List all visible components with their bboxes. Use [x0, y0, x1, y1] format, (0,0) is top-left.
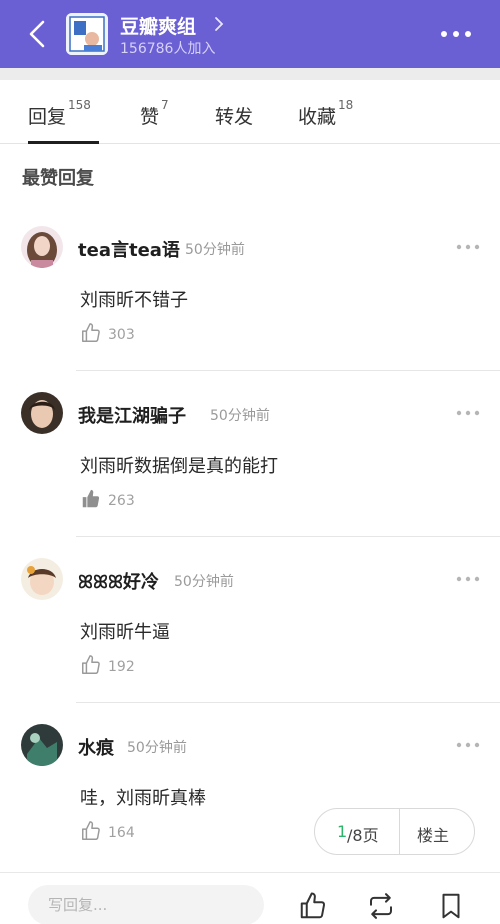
like-count: 164	[108, 825, 135, 841]
reply-input[interactable]	[28, 885, 264, 924]
thumbs-up-filled-icon[interactable]	[80, 488, 102, 510]
like-count: 303	[108, 327, 135, 343]
top-bar: 豆瓣爽组 156786人加入	[0, 0, 500, 68]
divider	[76, 536, 500, 537]
username[interactable]: 水痕	[78, 734, 114, 760]
active-tab-indicator	[28, 141, 99, 144]
tab-favorites[interactable]: 收藏18	[298, 98, 353, 129]
bottom-bar	[0, 872, 500, 924]
timestamp: 50分钟前	[210, 408, 270, 424]
avatar[interactable]	[21, 558, 63, 600]
page-switcher: 1 /8页 楼主	[314, 808, 475, 855]
reply-item: ꕤꕤꕤ好冷 50分钟前 刘雨昕牛逼 192	[0, 558, 500, 724]
more-icon[interactable]	[456, 575, 480, 583]
more-icon[interactable]	[456, 409, 480, 417]
tab-replies[interactable]: 回复158	[28, 98, 91, 129]
timestamp: 50分钟前	[174, 574, 234, 590]
avatar[interactable]	[21, 724, 63, 766]
reply-content: 刘雨昕数据倒是真的能打	[80, 456, 278, 477]
current-page[interactable]: 1	[337, 822, 347, 841]
reply-content: 刘雨昕不错子	[80, 290, 188, 311]
more-icon[interactable]	[440, 29, 472, 39]
bookmark-icon[interactable]	[436, 891, 466, 921]
like-count: 192	[108, 659, 135, 675]
tab-likes[interactable]: 赞7	[140, 98, 169, 129]
back-arrow-icon[interactable]	[24, 19, 54, 49]
member-count: 156786人加入	[120, 41, 216, 57]
timestamp: 50分钟前	[127, 740, 187, 756]
tab-bar: 回复158 赞7 转发 收藏18	[0, 80, 500, 144]
thumbs-up-icon[interactable]	[80, 820, 102, 842]
reply-content: 哇，刘雨昕真棒	[80, 788, 206, 809]
more-icon[interactable]	[456, 243, 480, 251]
username[interactable]: ꕤꕤꕤ好冷	[78, 568, 159, 594]
username[interactable]: 我是江湖骗子	[78, 402, 186, 428]
divider	[399, 809, 400, 854]
reply-item: 我是江湖骗子 50分钟前 刘雨昕数据倒是真的能打 263	[0, 392, 500, 558]
thumbs-up-icon[interactable]	[298, 891, 328, 921]
like-count: 263	[108, 493, 135, 509]
avatar[interactable]	[21, 226, 63, 268]
original-poster-button[interactable]: 楼主	[417, 822, 449, 846]
thumbs-up-icon[interactable]	[80, 322, 102, 344]
tab-reposts[interactable]: 转发	[215, 102, 253, 129]
repost-icon[interactable]	[366, 891, 396, 921]
avatar[interactable]	[21, 392, 63, 434]
header-shadow	[0, 68, 500, 80]
timestamp: 50分钟前	[185, 242, 245, 258]
divider	[76, 370, 500, 371]
thumbs-up-icon[interactable]	[80, 654, 102, 676]
username[interactable]: tea言tea语	[78, 236, 180, 262]
reply-content: 刘雨昕牛逼	[80, 622, 170, 643]
section-title: 最赞回复	[22, 168, 94, 189]
total-pages[interactable]: /8页	[347, 822, 379, 846]
divider	[76, 702, 500, 703]
more-icon[interactable]	[456, 741, 480, 749]
chevron-right-icon[interactable]	[213, 16, 225, 32]
group-avatar[interactable]	[66, 13, 108, 55]
group-name[interactable]: 豆瓣爽组	[120, 12, 196, 39]
reply-item: 水痕 50分钟前 哇，刘雨昕真棒 164	[0, 724, 500, 890]
reply-item: tea言tea语 50分钟前 刘雨昕不错子 303	[0, 226, 500, 392]
